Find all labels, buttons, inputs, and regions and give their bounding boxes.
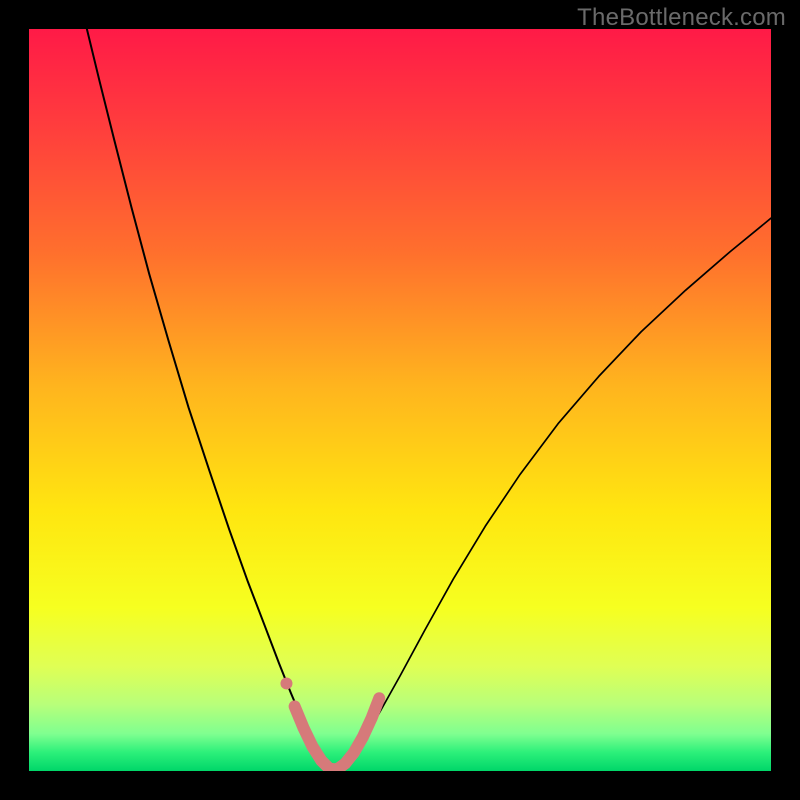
watermark-label: TheBottleneck.com xyxy=(577,4,786,32)
chart-frame: TheBottleneck.com xyxy=(0,0,800,800)
plot-area xyxy=(29,29,771,771)
chart-svg xyxy=(29,29,771,771)
gradient-background xyxy=(29,29,771,771)
highlight-dot xyxy=(280,677,292,689)
